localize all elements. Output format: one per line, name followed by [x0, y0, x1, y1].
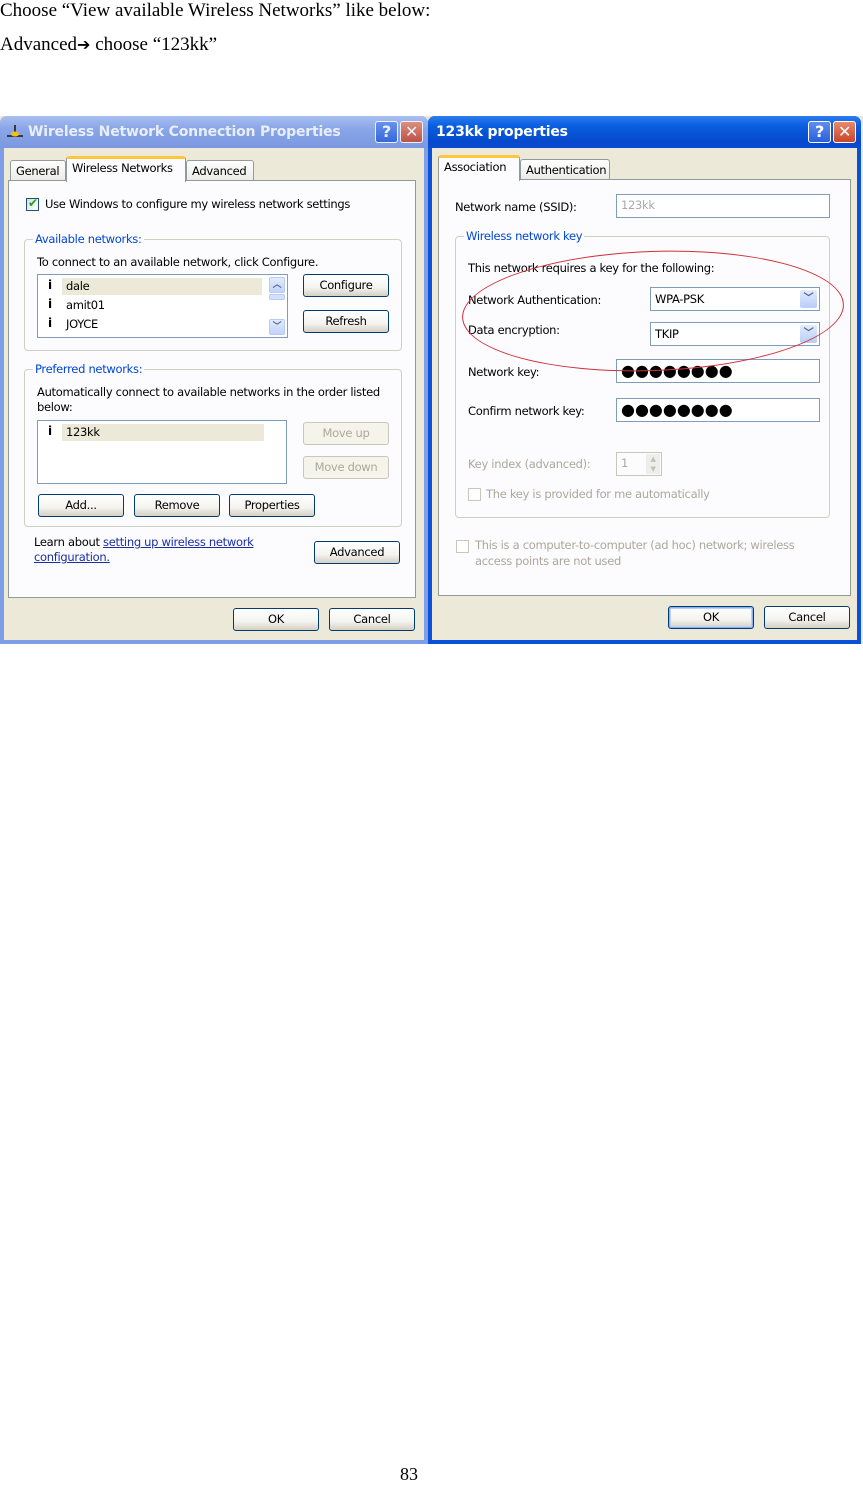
- data-encryption-select[interactable]: TKIP ﹀: [650, 322, 820, 346]
- setup-help-link-2[interactable]: configuration.: [34, 550, 110, 564]
- window-title: 123kk properties: [436, 124, 568, 140]
- adhoc-label-2: access points are not used: [475, 554, 621, 568]
- list-item[interactable]: ⅰ amit01: [38, 296, 287, 314]
- ssid-input[interactable]: 123kk: [616, 194, 830, 218]
- move-down-button[interactable]: Move down: [303, 456, 389, 479]
- available-networks-label: Available networks:: [33, 232, 144, 246]
- advanced-button[interactable]: Advanced: [314, 541, 400, 564]
- network-key-input[interactable]: ●●●●●●●●: [616, 359, 820, 383]
- tab-advanced[interactable]: Advanced: [186, 160, 254, 180]
- auto-key-label: The key is provided for me automatically: [486, 487, 710, 501]
- key-description: This network requires a key for the foll…: [468, 261, 715, 275]
- spin-up-icon[interactable]: ▲: [646, 454, 660, 464]
- confirm-key-label: Confirm network key:: [468, 404, 585, 418]
- preferred-networks-list[interactable]: ⅰ 123kk: [37, 420, 287, 484]
- instruction-advanced: Advanced: [0, 34, 78, 55]
- add-button[interactable]: Add...: [38, 494, 124, 517]
- available-networks-list[interactable]: ⅰ dale ⅰ amit01 ⅰ JOYCE ︿ ﹀: [37, 274, 288, 338]
- scroll-thumb[interactable]: [269, 294, 285, 300]
- wireless-connection-properties-window: Wireless Network Connection Properties ?…: [0, 116, 428, 644]
- confirm-key-input[interactable]: ●●●●●●●●: [616, 398, 820, 422]
- background-window-strip: [0, 644, 863, 648]
- ok-button[interactable]: OK: [233, 608, 319, 631]
- page-number: 83: [400, 1464, 418, 1484]
- wireless-network-key-label: Wireless network key: [464, 229, 585, 243]
- instruction-choose: choose “123kk”: [90, 34, 218, 55]
- dialog-body: General Wireless Networks Advanced ✔ Use…: [4, 148, 424, 640]
- close-button[interactable]: ✕: [400, 121, 423, 143]
- available-networks-description: To connect to an available network, clic…: [37, 255, 319, 269]
- ok-button[interactable]: OK: [668, 606, 754, 629]
- use-windows-label: Use Windows to configure my wireless net…: [45, 197, 351, 211]
- cancel-button[interactable]: Cancel: [329, 608, 415, 631]
- antenna-icon: ⅰ: [48, 316, 52, 330]
- scroll-up-icon[interactable]: ︿: [269, 277, 285, 293]
- tab-general[interactable]: General: [10, 160, 66, 180]
- cancel-button[interactable]: Cancel: [764, 606, 850, 629]
- right-arrow-icon: ➔: [77, 35, 91, 54]
- window-title: Wireless Network Connection Properties: [28, 124, 341, 140]
- help-button[interactable]: ?: [375, 121, 398, 143]
- antenna-icon: ⅰ: [48, 278, 52, 292]
- configure-button[interactable]: Configure: [303, 274, 389, 297]
- ssid-label: Network name (SSID):: [455, 200, 577, 214]
- refresh-button[interactable]: Refresh: [303, 310, 389, 333]
- auto-key-checkbox[interactable]: [468, 488, 481, 501]
- close-button[interactable]: ✕: [833, 121, 856, 143]
- preferred-networks-label: Preferred networks:: [33, 362, 145, 376]
- antenna-icon: ⅰ: [48, 297, 52, 311]
- tab-authentication[interactable]: Authentication: [520, 159, 610, 179]
- move-up-button[interactable]: Move up: [303, 422, 389, 445]
- adhoc-label: This is a computer-to-computer (ad hoc) …: [475, 538, 795, 552]
- use-windows-checkbox[interactable]: ✔: [26, 196, 39, 211]
- wireless-network-key-group: Wireless network key This network requir…: [455, 229, 830, 518]
- network-authentication-label: Network Authentication:: [468, 293, 602, 307]
- dialog-body: Association Authentication Network name …: [432, 148, 857, 640]
- title-bar[interactable]: 123kk properties ? ✕: [428, 116, 861, 148]
- antenna-icon: ⅰ: [48, 424, 52, 438]
- checkmark-icon: ✔: [28, 196, 38, 210]
- properties-button[interactable]: Properties: [229, 494, 315, 517]
- tab-wireless-networks[interactable]: Wireless Networks: [66, 156, 186, 182]
- setup-help-link[interactable]: setting up wireless network: [103, 535, 254, 549]
- title-bar[interactable]: Wireless Network Connection Properties ?…: [0, 116, 428, 148]
- preferred-networks-group: Preferred networks: Automatically connec…: [24, 362, 402, 527]
- data-encryption-label: Data encryption:: [468, 323, 560, 337]
- association-panel: Network name (SSID): 123kk Wireless netw…: [438, 179, 851, 596]
- chevron-down-icon[interactable]: ﹀: [800, 290, 817, 308]
- remove-button[interactable]: Remove: [134, 494, 220, 517]
- network-properties-window: 123kk properties ? ✕ Association Authent…: [428, 116, 861, 644]
- key-index-spinner[interactable]: 1 ▲ ▼: [616, 452, 662, 476]
- help-button[interactable]: ?: [808, 121, 831, 143]
- list-item[interactable]: ⅰ 123kk: [38, 423, 286, 441]
- network-connection-icon: [7, 125, 23, 137]
- network-authentication-select[interactable]: WPA-PSK ﹀: [650, 287, 820, 311]
- learn-about-text: Learn about setting up wireless network: [34, 535, 254, 549]
- scroll-down-icon[interactable]: ﹀: [269, 319, 285, 335]
- chevron-down-icon[interactable]: ﹀: [800, 325, 817, 343]
- scrollbar[interactable]: ︿ ﹀: [267, 275, 287, 337]
- available-networks-group: Available networks: To connect to an ava…: [24, 232, 402, 351]
- network-key-label: Network key:: [468, 365, 540, 379]
- spin-down-icon[interactable]: ▼: [646, 464, 660, 474]
- adhoc-checkbox[interactable]: [456, 540, 469, 553]
- instruction-line-2: Advanced➔ choose “123kk”: [0, 34, 217, 56]
- wireless-networks-panel: ✔ Use Windows to configure my wireless n…: [8, 180, 416, 598]
- key-index-label: Key index (advanced):: [468, 457, 591, 471]
- preferred-networks-description: Automatically connect to available netwo…: [37, 385, 380, 399]
- tab-association[interactable]: Association: [438, 155, 520, 181]
- preferred-networks-description-2: below:: [37, 400, 73, 414]
- instruction-line-1: Choose “View available Wireless Networks…: [0, 0, 431, 21]
- list-item[interactable]: ⅰ JOYCE: [38, 315, 287, 333]
- screenshot: Wireless Network Connection Properties ?…: [0, 116, 863, 648]
- list-item[interactable]: ⅰ dale: [38, 277, 287, 295]
